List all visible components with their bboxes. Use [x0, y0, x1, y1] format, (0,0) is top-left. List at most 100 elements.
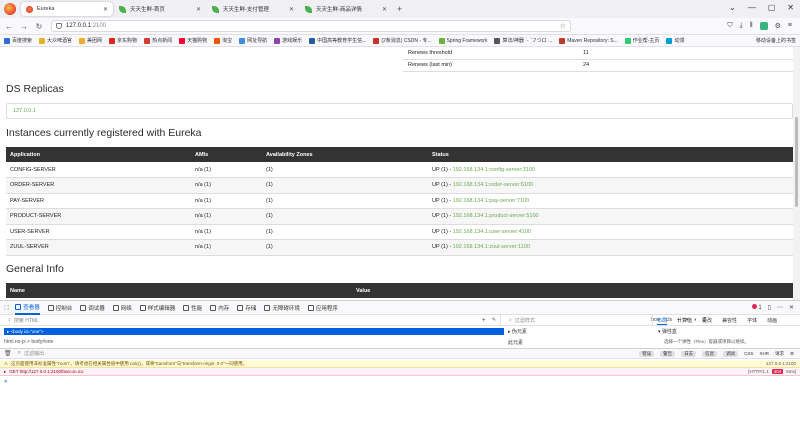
downloads-icon[interactable]: ⤓: [740, 22, 743, 30]
instance-link[interactable]: 192.168.134.1:user-server:4100: [453, 229, 531, 235]
close-tab-icon[interactable]: ✕: [103, 6, 108, 13]
bookmark-item[interactable]: 中国高等教育学生信...: [309, 37, 366, 44]
warning-source[interactable]: 127.0.0.1:2100: [766, 361, 796, 366]
tab-memory[interactable]: 内存: [210, 304, 229, 312]
bookmark-item[interactable]: 淘宝: [214, 37, 232, 44]
page-scrollbar[interactable]: [793, 47, 800, 300]
bookmark-item[interactable]: 热点新闻: [144, 37, 172, 44]
instance-link[interactable]: 192.168.134.1:zuul-server:1100: [453, 244, 530, 250]
bookmark-item[interactable]: 天猫购物: [179, 37, 207, 44]
tab-console[interactable]: 控制台: [47, 304, 72, 312]
tab-performance[interactable]: 性能: [183, 304, 202, 312]
filter-debug-button[interactable]: 调试: [723, 350, 739, 357]
bookmark-item[interactable]: 京东购物: [109, 37, 137, 44]
scrollbar-thumb[interactable]: [795, 117, 798, 207]
element-picker-icon[interactable]: ⬚: [4, 305, 9, 311]
tab-animations[interactable]: 动画: [767, 317, 777, 324]
console-input[interactable]: »: [4, 379, 7, 385]
filter-info-button[interactable]: 信息: [702, 350, 718, 357]
url-bar[interactable]: 127.0.0.1:2100 ☆: [51, 20, 571, 32]
search-html-input[interactable]: ⌕ 搜索 HTML + ✎: [0, 317, 500, 324]
instance-link[interactable]: 192.168.134.1:config-server:3100: [453, 167, 535, 173]
tab-debugger[interactable]: 调试器: [80, 304, 105, 312]
pocket-icon[interactable]: ⛉: [727, 22, 732, 30]
filter-xhr-button[interactable]: XHR: [759, 351, 769, 356]
bookmark-item[interactable]: Maven Repository: S...: [559, 37, 618, 44]
add-node-icon[interactable]: +: [482, 317, 486, 324]
more-options-icon[interactable]: ⋯: [777, 304, 783, 311]
error-counter[interactable]: 1: [751, 304, 762, 311]
forward-icon[interactable]: →: [18, 22, 30, 31]
tab-changes[interactable]: 更改: [702, 317, 712, 324]
tab-eureka[interactable]: Eureka ✕: [21, 2, 113, 16]
menu-icon[interactable]: ≡: [788, 22, 792, 30]
filter-requests-button[interactable]: 请求: [775, 351, 784, 357]
tab-fonts[interactable]: 字体: [747, 317, 757, 324]
tab-computed[interactable]: 计算值: [677, 317, 692, 324]
tab-network[interactable]: 网络: [112, 304, 132, 312]
bookmark-item[interactable]: 作业帮-主页: [624, 37, 659, 44]
tab-layout[interactable]: 布局: [657, 317, 668, 325]
close-tab-icon[interactable]: ✕: [196, 6, 201, 13]
tab-accessibility[interactable]: 无障碍环境: [264, 304, 300, 312]
bookmark-item[interactable]: (2条消息) CSDN - 专...: [373, 37, 432, 44]
filter-errors-button[interactable]: 错误: [639, 350, 655, 357]
selected-html-node[interactable]: ▸ <body id="one">: [4, 328, 504, 335]
back-icon[interactable]: ←: [3, 22, 15, 31]
filter-logs-button[interactable]: 日志: [681, 350, 697, 357]
filter-styles-input[interactable]: ⌕ 过滤样式: [500, 314, 650, 326]
tab-compatibility[interactable]: 兼容性: [722, 317, 737, 324]
minimize-icon[interactable]: —: [748, 3, 756, 12]
bookmark-item[interactable]: 美团网: [79, 37, 102, 44]
tab-style-editor[interactable]: 样式编辑器: [139, 304, 175, 312]
close-tab-icon[interactable]: ✕: [289, 6, 294, 13]
tab-home[interactable]: 天天生鲜-首页 ✕: [114, 2, 206, 16]
bookmark-item[interactable]: Spring Framework: [438, 37, 487, 44]
extension-icon[interactable]: [759, 22, 768, 30]
bookmark-icon: [179, 37, 186, 44]
bookmark-item[interactable]: 动漫: [666, 37, 684, 44]
bookmark-item[interactable]: 网址导航: [239, 37, 267, 44]
renews-table: Renews threshold 11 Renews (last min) 24: [403, 47, 793, 72]
trash-icon[interactable]: 🗑: [4, 350, 12, 357]
breadcrumb[interactable]: html.no-js > body#one: [4, 339, 53, 345]
tab-inspector[interactable]: 查看器: [15, 301, 40, 315]
tab-pay[interactable]: 天天生鲜-支付管理 ✕: [207, 2, 299, 16]
table-row: ORDER-SERVER n/a (1) (1) UP (1) - 192.16…: [6, 177, 793, 194]
console-settings-icon[interactable]: ⚙: [790, 351, 794, 357]
close-tab-icon[interactable]: ✕: [382, 6, 387, 13]
responsive-mode-icon[interactable]: ▯: [768, 304, 771, 311]
pseudo-elements-toggle[interactable]: ▸ 伪元素: [508, 328, 527, 335]
tab-list-icon[interactable]: ⌄: [729, 3, 736, 12]
close-devtools-icon[interactable]: ✕: [789, 304, 794, 311]
tab-product[interactable]: 天天生鲜-商品详情 ✕: [300, 2, 392, 16]
bookmark-item[interactable]: 游戏娱乐: [274, 37, 302, 44]
maximize-icon[interactable]: ▢: [768, 3, 776, 12]
console-warning[interactable]: ⚠ 这页面使用非标准属性"zoom"。请考虑在相关属性值中使用 calc()，或…: [0, 360, 800, 368]
instance-link[interactable]: 192.168.134.1:order-server:6100: [453, 182, 533, 188]
mobile-bookmarks[interactable]: 移动设备上的书签: [756, 37, 796, 44]
bookmark-item[interactable]: 百度搜索: [4, 37, 32, 44]
instance-link[interactable]: 192.168.134.1:pay-server:7100: [453, 198, 529, 204]
instance-link[interactable]: 192.168.134.1:product-server:5100: [453, 213, 539, 219]
reload-icon[interactable]: ↻: [33, 22, 45, 31]
tab-application[interactable]: 应用程序: [307, 304, 338, 312]
new-tab-button[interactable]: +: [397, 4, 402, 14]
bookmark-item[interactable]: 大众啤酒官: [39, 37, 72, 44]
bookmark-star-icon[interactable]: ☆: [560, 22, 566, 30]
renew-label: Renews (last min): [403, 59, 583, 72]
extensions-icon[interactable]: ⚙: [775, 22, 781, 30]
filter-css-button[interactable]: CSS: [744, 351, 753, 356]
library-icon[interactable]: ⫴: [750, 22, 753, 30]
tab-storage[interactable]: 存储: [237, 304, 256, 312]
firefox-menu-icon[interactable]: [4, 3, 16, 15]
filter-warnings-button[interactable]: 警告: [660, 350, 676, 357]
layout-tabs: 布局 计算值 更改 兼容性 字体 动画: [652, 315, 800, 326]
replica-link[interactable]: 127.0.0.1: [13, 108, 36, 114]
picker-eyedropper-icon[interactable]: ✎: [492, 317, 496, 323]
bookmark-item[interactable]: 算法/神器 `- `フつロ ...: [494, 37, 552, 44]
console-error[interactable]: ▸ GET http://127.0.0.1:2100/favicon.ico …: [0, 368, 800, 376]
flexbox-section[interactable]: ▾ 弹性盒: [658, 328, 677, 335]
console-filter-input[interactable]: 过滤输出: [24, 350, 44, 357]
close-window-icon[interactable]: ✕: [787, 3, 794, 12]
